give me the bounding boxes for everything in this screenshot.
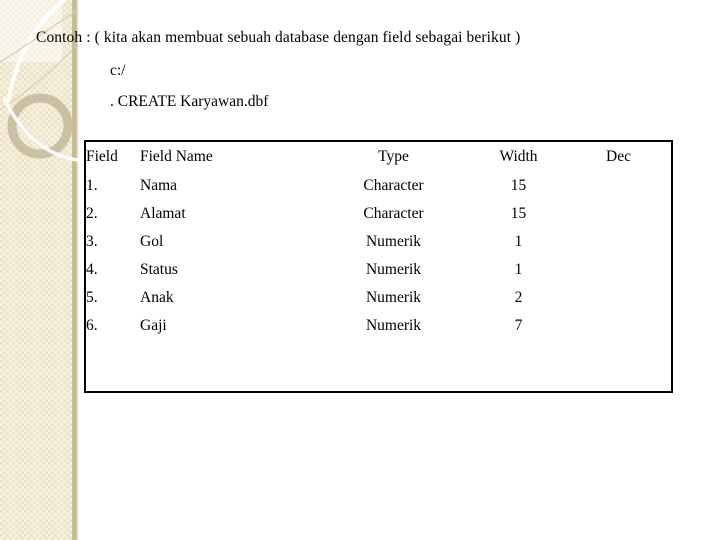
cell-type: Character bbox=[363, 205, 424, 222]
table-body: 1. Nama Character 15 2. Alamat Character… bbox=[86, 172, 671, 340]
create-command-text: . CREATE Karyawan.dbf bbox=[110, 93, 269, 110]
cell-field-name: Gaji bbox=[140, 317, 167, 334]
cell-field-name: Status bbox=[140, 261, 178, 278]
table-row: 6. Gaji Numerik 7 bbox=[86, 312, 671, 340]
cell-dec bbox=[566, 256, 671, 284]
cell-dec bbox=[566, 228, 671, 256]
cell-type: Character bbox=[363, 177, 424, 194]
field-definition-table: Field Field Name Type Width Dec 1. Nama … bbox=[86, 142, 671, 340]
cell-field: 3. bbox=[86, 233, 98, 250]
prompt-path-text: c:/ bbox=[110, 62, 126, 79]
cell-width: 7 bbox=[514, 317, 523, 334]
cell-width: 2 bbox=[514, 289, 523, 306]
cell-width: 1 bbox=[514, 233, 523, 250]
cell-field: 1. bbox=[86, 177, 98, 194]
table-row: 1. Nama Character 15 bbox=[86, 172, 671, 200]
slide-title-text: Contoh : ( kita akan membuat sebuah data… bbox=[36, 29, 521, 46]
cell-field-name: Anak bbox=[140, 289, 174, 306]
cell-field-name: Alamat bbox=[140, 205, 186, 222]
cell-field: 6. bbox=[86, 317, 98, 334]
table-row: 2. Alamat Character 15 bbox=[86, 200, 671, 228]
table-header: Field Field Name Type Width Dec bbox=[86, 142, 671, 172]
cell-width: 15 bbox=[510, 177, 527, 194]
cell-type: Numerik bbox=[365, 289, 422, 306]
cell-type: Numerik bbox=[365, 317, 422, 334]
table-header-row: Field Field Name Type Width Dec bbox=[86, 142, 671, 172]
cell-type: Numerik bbox=[365, 261, 422, 278]
header-field-name: Field Name bbox=[140, 148, 213, 165]
cell-dec bbox=[566, 172, 671, 200]
cell-field: 5. bbox=[86, 289, 98, 306]
cell-field-name: Nama bbox=[140, 177, 178, 194]
field-definition-box: Field Field Name Type Width Dec 1. Nama … bbox=[84, 140, 673, 393]
table-row: 3. Gol Numerik 1 bbox=[86, 228, 671, 256]
header-field: Field bbox=[86, 148, 118, 165]
table-row: 5. Anak Numerik 2 bbox=[86, 284, 671, 312]
cell-dec bbox=[566, 200, 671, 228]
cell-type: Numerik bbox=[365, 233, 422, 250]
cell-dec bbox=[566, 284, 671, 312]
cell-width: 15 bbox=[510, 205, 527, 222]
header-dec: Dec bbox=[606, 148, 631, 165]
cell-field-name: Gol bbox=[140, 233, 164, 250]
cell-width: 1 bbox=[514, 261, 523, 278]
header-width: Width bbox=[499, 148, 538, 165]
slide-content: Contoh : ( kita akan membuat sebuah data… bbox=[0, 0, 720, 540]
cell-field: 2. bbox=[86, 205, 98, 222]
table-row: 4. Status Numerik 1 bbox=[86, 256, 671, 284]
cell-field: 4. bbox=[86, 261, 98, 278]
header-type: Type bbox=[378, 148, 409, 165]
cell-dec bbox=[566, 312, 671, 340]
